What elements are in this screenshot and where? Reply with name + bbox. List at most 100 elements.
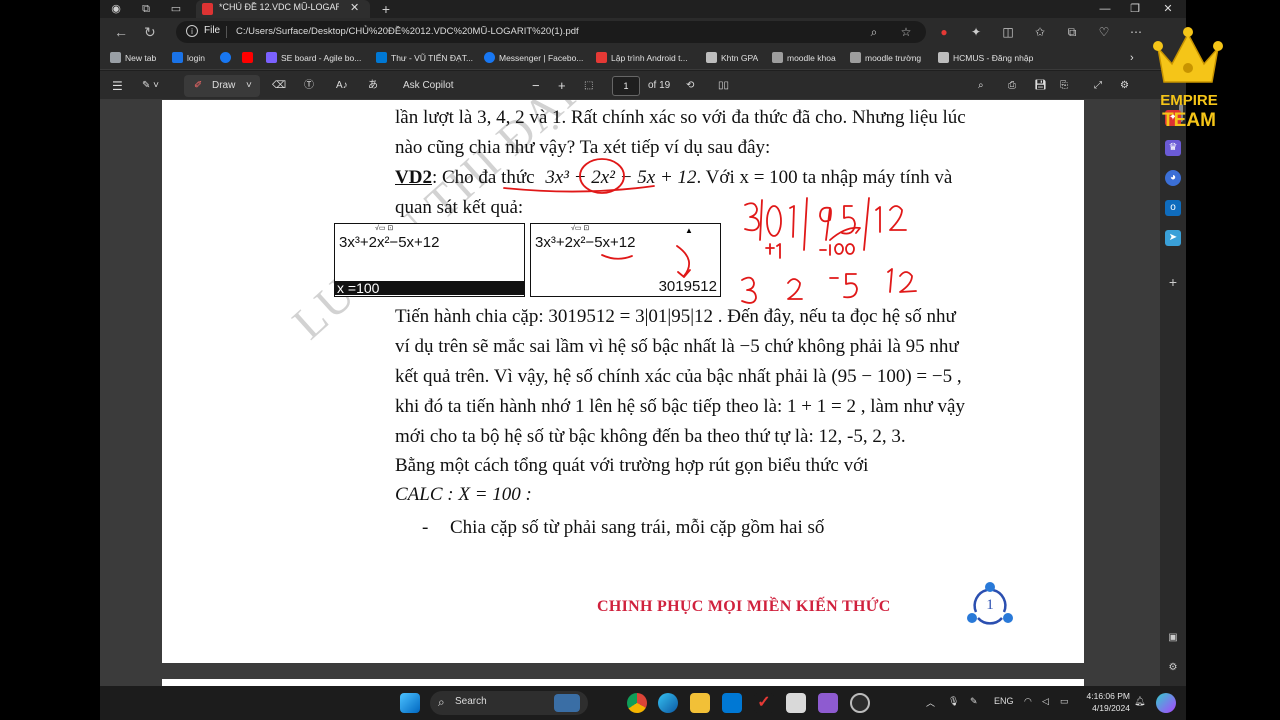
bookmark-item[interactable]: SE board - Agile bo... [266, 51, 361, 65]
bookmark-item[interactable]: New tab [110, 51, 156, 65]
refresh-icon[interactable]: ↻ [144, 24, 156, 41]
tab-strip: ◉ ⧉ ▭ *CHỦ ĐỀ 12.VDC MŨ-LOGARIT ✕ + — ❐ … [100, 0, 1186, 18]
new-tab-icon[interactable]: + [378, 1, 394, 17]
collections-icon[interactable]: ⧉ [1064, 24, 1080, 40]
chrome-icon[interactable] [627, 693, 647, 713]
language-indicator[interactable]: ENG [994, 696, 1014, 706]
tab-active-pdf[interactable]: *CHỦ ĐỀ 12.VDC MŨ-LOGARIT ✕ [196, 0, 370, 18]
notification-bell-icon[interactable]: 🔔︎ [1134, 696, 1145, 707]
profile-avatar-icon[interactable]: ◉ [108, 1, 124, 17]
sidebar-tools-icon[interactable]: ♛ [1165, 140, 1181, 156]
sidebar-settings-icon[interactable]: ⚙ [1165, 660, 1181, 676]
eraser-icon[interactable]: ⌫ [272, 78, 286, 94]
browser-essentials-icon[interactable]: ♡ [1096, 24, 1112, 40]
sidebar-send-icon[interactable]: ➤ [1165, 230, 1181, 246]
fit-page-icon[interactable]: ⬚ [584, 78, 593, 94]
zoom-out-icon[interactable]: − [532, 78, 540, 94]
add-text-icon[interactable]: Ⓣ [304, 78, 314, 94]
taskbar-search[interactable]: ⌕ Search [430, 691, 588, 715]
search-icon: ⌕ [438, 695, 445, 709]
close-tab-icon[interactable]: ✕ [350, 1, 359, 14]
bookmarks-overflow-icon[interactable]: › [1130, 51, 1134, 65]
bookmark-item[interactable]: Messenger | Facebo... [484, 51, 583, 65]
bookmark-item[interactable]: Lập trình Android t... [596, 51, 688, 65]
app-grid-icon[interactable] [786, 693, 806, 713]
zoom-icon[interactable]: ⌕ [866, 24, 882, 40]
sidebar-outlook-icon[interactable]: o [1165, 200, 1181, 216]
settings-more-icon[interactable]: ⋯ [1128, 24, 1144, 40]
copilot-icon[interactable] [1156, 693, 1176, 713]
bookmark-item-youtube[interactable] [242, 51, 257, 65]
volume-icon[interactable]: ◁ [1042, 696, 1049, 707]
save-as-icon[interactable]: ⎘ [1060, 78, 1068, 94]
wifi-icon[interactable]: ◠ [1024, 696, 1032, 707]
maximize-icon[interactable]: ❐ [1120, 0, 1150, 18]
clock-date: 4/19/2024 [1092, 703, 1130, 713]
tab-title: *CHỦ ĐỀ 12.VDC MŨ-LOGARIT [219, 2, 339, 12]
favorites-icon[interactable]: ✩ [1032, 24, 1048, 40]
bookmarks-bar: New tab login SE board - Agile bo... Thư… [100, 46, 1186, 70]
file-explorer-icon[interactable] [690, 693, 710, 713]
read-aloud-icon[interactable]: A♪ [336, 78, 348, 94]
info-icon[interactable]: i [186, 25, 198, 37]
bookmark-favicon-icon [172, 52, 183, 63]
bookmark-item[interactable]: Khtn GPA [706, 51, 758, 65]
bookmark-item[interactable]: login [172, 51, 205, 65]
microphone-icon[interactable]: 🎙︎ [948, 696, 959, 707]
fullscreen-icon[interactable]: ⤢ [1094, 78, 1102, 94]
address-bar[interactable]: i File C:/Users/Surface/Desktop/CHỦ%20ĐỀ… [176, 21, 926, 43]
pen-icon[interactable]: ✎ [970, 696, 978, 707]
window-close-icon[interactable]: ✕ [1153, 0, 1183, 18]
sidebar-edge-icon[interactable]: ◕ [1165, 170, 1181, 186]
pdf-settings-icon[interactable]: ⚙ [1120, 78, 1129, 94]
bookmark-item[interactable]: moodle trường [850, 51, 921, 65]
edge-icon[interactable] [658, 693, 678, 713]
pdf-page[interactable]: LUYỆN THI ĐẠI HỌC lần lượt là 3, 4, 2 và… [162, 100, 1084, 663]
highlight-icon[interactable]: ✎ ˅ [142, 78, 159, 94]
bookmark-item[interactable]: HCMUS - Đăng nhập [938, 51, 1033, 65]
favorite-star-icon[interactable]: ☆ [898, 24, 914, 40]
page-view-icon[interactable]: ▯▯ [718, 78, 729, 94]
bookmark-item[interactable]: moodle khoa [772, 51, 836, 65]
ask-copilot-button[interactable]: Ask Copilot [403, 78, 454, 94]
split-screen-icon[interactable]: ◫ [1000, 24, 1016, 40]
sidebar-add-icon[interactable]: + [1165, 274, 1181, 290]
extension-puzzle-icon[interactable]: ✦ [968, 24, 984, 40]
clock[interactable]: 4:16:06 PM 4/19/2024 [1080, 690, 1130, 714]
contents-menu-icon[interactable]: ☰ [112, 78, 123, 94]
save-icon[interactable]: 💾︎ [1034, 78, 1047, 94]
bookmark-item[interactable]: Thư - VŨ TIẾN ĐẠT... [376, 51, 473, 65]
translate-icon[interactable]: あ [368, 78, 378, 94]
visual-studio-icon[interactable] [818, 693, 838, 713]
search-pdf-icon[interactable]: ⌕ [978, 78, 984, 94]
draw-button[interactable]: ✐ Draw ˅ [184, 75, 260, 97]
search-highlight-icon [554, 694, 580, 712]
extension-record-icon[interactable]: ● [936, 24, 952, 40]
back-icon[interactable]: ← [114, 24, 128, 40]
bookmark-item-facebook[interactable] [220, 51, 235, 65]
url-text[interactable]: C:/Users/Surface/Desktop/CHỦ%20ĐỀ%2012.V… [236, 26, 579, 37]
app-check-icon[interactable]: ✓ [754, 693, 774, 713]
app-settings-icon[interactable] [850, 693, 870, 713]
workspaces-icon[interactable]: ⧉ [138, 1, 154, 17]
tray-overflow-icon[interactable]: ︿ [926, 696, 935, 709]
rotate-icon[interactable]: ⟲ [686, 78, 694, 94]
sidebar-screen-icon[interactable]: ▣ [1165, 630, 1181, 646]
pdf-toolbar: ☰ ✎ ˅ ✐ Draw ˅ ⌫ Ⓣ A♪ あ Ask Copilot − + … [100, 71, 1186, 100]
page-icon [706, 52, 717, 63]
taskbar: ⌕ Search ✓ ︿ 🎙︎ ✎ ENG ◠ ◁ ▭ 4:16:06 PM 4… [100, 686, 1186, 720]
battery-icon[interactable]: ▭ [1060, 696, 1069, 707]
page-number-input[interactable]: 1 [612, 76, 640, 96]
logo-line2: TEAM [1162, 110, 1216, 131]
bookmark-favicon-icon [596, 52, 607, 63]
bookmark-favicon-icon [110, 52, 121, 63]
print-icon[interactable]: ⎙ [1008, 78, 1016, 94]
ink-annotations [503, 158, 917, 304]
windows-start-icon[interactable] [400, 693, 420, 713]
tab-actions-icon[interactable]: ▭ [168, 1, 184, 17]
vscode-icon[interactable] [722, 693, 742, 713]
zoom-in-icon[interactable]: + [558, 78, 566, 94]
pdf-viewer[interactable]: LUYỆN THI ĐẠI HỌC lần lượt là 3, 4, 2 và… [100, 100, 1160, 686]
minimize-icon[interactable]: — [1090, 0, 1120, 18]
logo-line1: EMPIRE [1160, 92, 1218, 109]
